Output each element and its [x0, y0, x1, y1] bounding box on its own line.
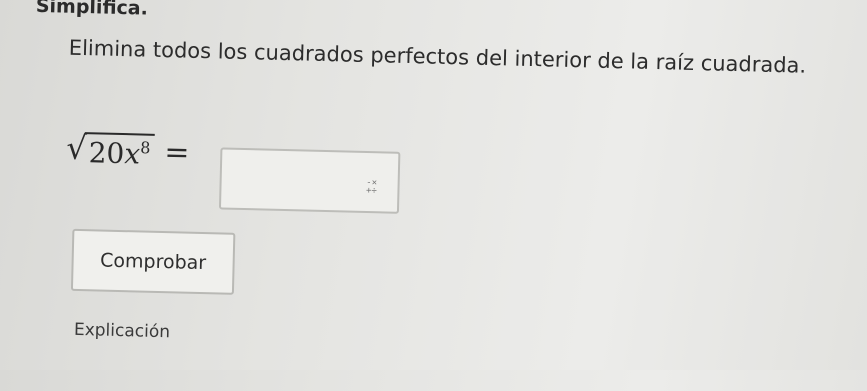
radicand-variable: x [123, 137, 141, 171]
explanation-link[interactable]: Explicación [74, 320, 171, 342]
instruction-text: Elimina todos los cuadrados perfectos de… [68, 35, 807, 78]
equals-sign: = [163, 135, 190, 171]
exponent: 8 [140, 138, 151, 158]
radicand: 20x8 [84, 132, 155, 171]
page-title: Simplifica. [35, 0, 149, 20]
math-keypad-icon[interactable]: -× +÷ [363, 178, 379, 196]
math-expression: √ 20x8 = [66, 129, 190, 172]
square-root: √ 20x8 [66, 129, 155, 171]
answer-input[interactable]: -× +÷ [218, 147, 401, 214]
radicand-number: 20 [88, 136, 125, 171]
check-button[interactable]: Comprobar [70, 228, 236, 295]
exercise-page: Simplifica. Elimina todos los cuadrados … [0, 0, 867, 391]
